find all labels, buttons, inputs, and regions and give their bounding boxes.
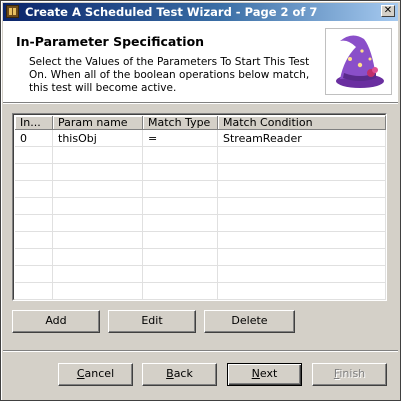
table-row[interactable]: 0 thisObj = StreamReader — [15, 130, 386, 147]
header-divider-highlight — [3, 103, 398, 104]
empty-row — [15, 164, 386, 181]
window-title: Create A Scheduled Test Wizard - Page 2 … — [25, 5, 318, 19]
next-button[interactable]: Next — [227, 363, 302, 386]
empty-row — [15, 266, 386, 283]
table-cell: thisObj — [53, 130, 143, 147]
add-button-label: Add — [45, 314, 67, 327]
next-mnemonic: N — [251, 367, 260, 380]
empty-row — [15, 215, 386, 232]
column-header-param-name[interactable]: Param name — [53, 116, 143, 130]
parameter-table[interactable]: In... Param name Match Type Match Condit… — [12, 113, 387, 301]
back-label-rest: ack — [173, 367, 193, 380]
title-bar[interactable]: Create A Scheduled Test Wizard - Page 2 … — [3, 3, 398, 21]
next-label-rest: ext — [259, 367, 278, 380]
column-header-match-type[interactable]: Match Type — [143, 116, 218, 130]
delete-button-label: Delete — [231, 314, 268, 327]
table-header: In... Param name Match Type Match Condit… — [15, 116, 386, 130]
empty-row — [15, 232, 386, 249]
wizard-hat-icon — [325, 28, 392, 95]
page-title: In-Parameter Specification — [16, 34, 205, 49]
table-body: 0 thisObj = StreamReader — [15, 130, 386, 300]
back-label: Back — [166, 367, 193, 380]
add-button[interactable]: Add — [12, 310, 100, 333]
table-cell: = — [143, 130, 218, 147]
column-header-index[interactable]: In... — [15, 116, 53, 130]
empty-row — [15, 181, 386, 198]
cancel-mnemonic: C — [76, 367, 85, 380]
finish-label-rest: inish — [339, 367, 366, 380]
table-cell: StreamReader — [218, 130, 386, 147]
app-icon — [6, 5, 19, 18]
finish-button: Finish — [312, 363, 387, 386]
edit-button[interactable]: Edit — [108, 310, 196, 333]
page-description: Select the Values of the Parameters To S… — [29, 56, 310, 94]
close-button[interactable]: ✕ — [381, 5, 395, 17]
cancel-label-rest: ancel — [84, 367, 115, 380]
footer-divider-highlight — [3, 351, 398, 352]
empty-row — [15, 249, 386, 266]
back-mnemonic: B — [166, 367, 174, 380]
cancel-label: Cancel — [77, 367, 114, 380]
cancel-button[interactable]: Cancel — [58, 363, 133, 386]
empty-row — [15, 198, 386, 215]
empty-row — [15, 283, 386, 300]
delete-button[interactable]: Delete — [204, 310, 295, 333]
column-header-match-condition[interactable]: Match Condition — [218, 116, 386, 130]
wizard-dialog: Create A Scheduled Test Wizard - Page 2 … — [0, 0, 401, 401]
edit-button-label: Edit — [141, 314, 163, 327]
back-button[interactable]: Back — [142, 363, 217, 386]
finish-label: Finish — [334, 367, 365, 380]
table-cell: 0 — [15, 130, 53, 147]
next-label: Next — [252, 367, 278, 380]
empty-row — [15, 147, 386, 164]
wizard-header: In-Parameter Specification Select the Va… — [3, 21, 398, 102]
